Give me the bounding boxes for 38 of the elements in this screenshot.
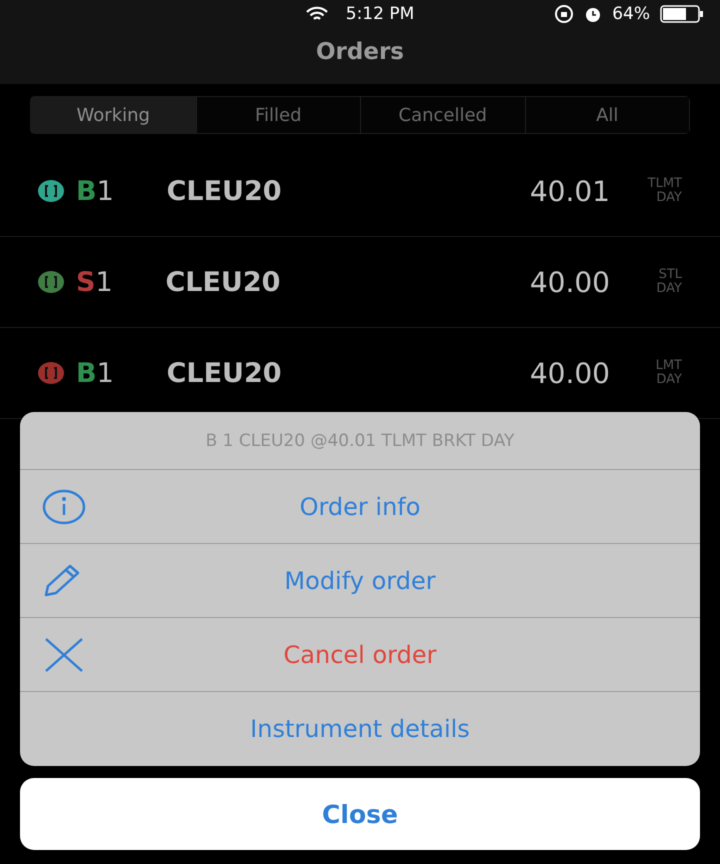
order-symbol: CLEU20: [166, 176, 283, 206]
tab[interactable]: Filled: [196, 97, 360, 133]
order-side: B: [76, 358, 97, 388]
order-type: STL: [658, 268, 682, 282]
tab[interactable]: Working: [31, 97, 196, 133]
action-button[interactable]: Instrument details: [20, 692, 700, 766]
alarm-clock-icon: [584, 5, 602, 23]
battery-icon: [660, 5, 704, 23]
close-button[interactable]: Close: [20, 778, 700, 850]
clock-time: 5:12 PM: [346, 4, 414, 24]
order-quantity: 1: [96, 358, 115, 388]
order-quantity: 1: [96, 176, 115, 206]
screen-title: Orders: [315, 39, 405, 65]
rotation-lock-icon: [554, 5, 574, 23]
tab[interactable]: All: [524, 97, 689, 133]
order-symbol: CLEU20: [165, 266, 282, 298]
order-side: S: [76, 266, 96, 298]
action-button[interactable]: Modify order: [20, 544, 700, 618]
order-price: 40.00: [530, 266, 610, 298]
order-symbol: CLEU20: [166, 358, 283, 388]
order-duration: DAY: [656, 373, 682, 387]
order-row[interactable]: B1 CLEU20 40.01 TLMT DAY: [0, 146, 720, 237]
order-type: TLMT: [648, 177, 682, 191]
action-button[interactable]: Order info: [20, 470, 700, 544]
order-duration: DAY: [656, 191, 682, 205]
action-sheet-header: B 1 CLEU20 @40.01 TLMT BRKT DAY: [20, 412, 700, 470]
order-price: 40.00: [530, 356, 610, 390]
battery-percent: 64%: [612, 4, 650, 24]
info-icon: [42, 488, 86, 524]
wifi-icon: [306, 6, 328, 22]
tab[interactable]: Cancelled: [360, 97, 524, 133]
order-row[interactable]: S1 CLEU20 40.00 STL DAY: [0, 237, 720, 328]
order-side: B: [76, 176, 97, 206]
order-price: 40.01: [530, 174, 610, 208]
action-button[interactable]: Cancel order: [20, 618, 700, 692]
order-quantity: 1: [95, 266, 114, 298]
order-type: LMT: [656, 359, 682, 373]
order-duration: DAY: [656, 282, 682, 296]
